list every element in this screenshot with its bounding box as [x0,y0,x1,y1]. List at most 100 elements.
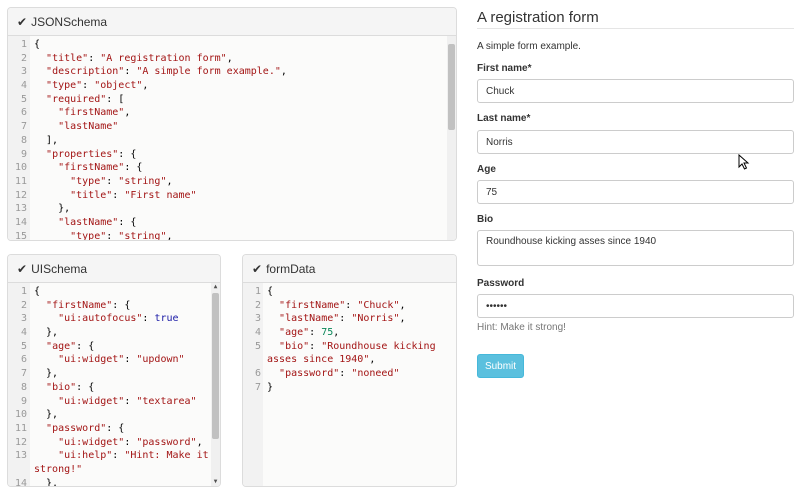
cursor-icon [738,154,750,170]
code-token: : [106,230,119,240]
form-title: A registration form [477,0,794,29]
line-number: 14 [14,477,27,487]
jsonschema-panel-title: JSONSchema [31,14,108,29]
line-number: 9 [20,395,27,407]
age-input[interactable]: 75 [477,180,794,204]
first-name-input[interactable]: Chuck [477,79,794,103]
code-token: , [399,313,406,325]
line-number: 2 [254,299,261,311]
code-token: "password" [279,368,340,380]
code-line: "firstName": { [34,161,456,175]
form-description: A simple form example. [477,41,581,52]
uischema-panel: ✔ UISchema 1 2 3 4 5 6 7 8 9 10 11 12 13 14 { "firstN… [7,254,221,487]
code-token: "firstName" [58,162,125,174]
code-token: , [166,175,173,187]
age-label: Age [477,164,496,175]
line-number: 3 [20,313,27,325]
code-area[interactable]: { "firstName": "Chuck", "lastName": "Nor… [263,283,456,486]
code-token: } [267,381,274,393]
code-token: : [112,189,125,201]
code-line: "type": "object", [34,79,456,93]
code-token: }, [34,477,59,486]
code-token: "age" [279,327,310,339]
code-line: "password": { [34,422,220,436]
code-token: : [112,450,125,462]
bio-textarea[interactable]: Roundhouse kicking asses since 1940 [477,230,794,266]
code-token: "noneed" [351,368,400,380]
scrollbar-thumb[interactable] [448,44,455,130]
code-token: "firstName" [58,107,125,119]
formdata-panel: ✔ formData 1234567 { "firstName": "Chuck… [242,254,457,487]
scroll-down-arrow-icon[interactable]: ▼ [211,478,220,486]
line-number-gutter: 1 2 3 4 5 6 7 8 9 10 11 12 13 14 15 [8,36,30,240]
line-number: 2 [20,52,27,64]
code-token: : { [76,340,95,352]
code-token: asses since 1940" [267,354,370,366]
code-token: : { [118,216,137,228]
code-token: }, [34,409,59,421]
vertical-scrollbar[interactable] [447,36,456,240]
code-token: "object" [94,80,143,92]
code-token: "ui:widget" [58,354,125,366]
first-name-label: First name* [477,63,532,74]
code-line: { [34,38,456,52]
check-icon: ✔ [17,14,28,29]
code-token: "age" [46,340,77,352]
jsonschema-editor[interactable]: 1 2 3 4 5 6 7 8 9 10 11 12 13 14 15 { "title": "A regi… [8,36,456,240]
line-number: 13 [14,450,27,462]
code-token: 75 [321,327,334,339]
code-line: "type": "string", [34,230,456,240]
line-number-gutter: 1234567 [243,283,263,486]
code-line: } [267,381,456,395]
line-number: 10 [14,162,27,174]
line-number: 1 [254,286,261,297]
vertical-scrollbar[interactable]: ▲ ▼ [211,283,220,486]
submit-button[interactable]: Submit [477,354,524,378]
scroll-up-arrow-icon[interactable]: ▲ [211,283,220,291]
line-number [8,463,27,477]
password-input[interactable]: •••••• [477,294,794,318]
line-number: 1 [20,286,27,297]
code-line: "bio": { [34,381,220,395]
last-name-input[interactable]: Norris [477,130,794,154]
code-token: "A registration form" [100,52,227,64]
code-line: "lastName" [34,120,456,134]
line-number: 5 [20,340,27,352]
uischema-editor[interactable]: 1 2 3 4 5 6 7 8 9 10 11 12 13 14 { "firstName": { "ui… [8,283,220,486]
code-token: "type" [46,80,83,92]
code-line: "age": { [34,340,220,354]
code-token: : [309,340,322,352]
code-token: "bio" [46,381,77,393]
code-area[interactable]: { "firstName": { "ui:autofocus": true },… [30,283,220,486]
code-line: "password": "noneed" [267,367,456,381]
code-area[interactable]: { "title": "A registration form", "descr… [30,36,456,240]
code-token: , [226,52,233,64]
code-line: "title": "A registration form", [34,52,456,66]
scrollbar-thumb[interactable] [212,293,219,439]
code-token: : [339,313,352,325]
code-token: { [267,286,274,297]
code-token: "title" [70,189,113,201]
formdata-editor[interactable]: 1234567 { "firstName": "Chuck", "lastNam… [243,283,456,486]
line-number: 11 [14,175,27,187]
code-token: : [124,395,137,407]
line-number: 13 [14,203,27,215]
code-token: , [166,230,173,240]
code-token: , [369,354,376,366]
check-icon: ✔ [17,261,28,276]
